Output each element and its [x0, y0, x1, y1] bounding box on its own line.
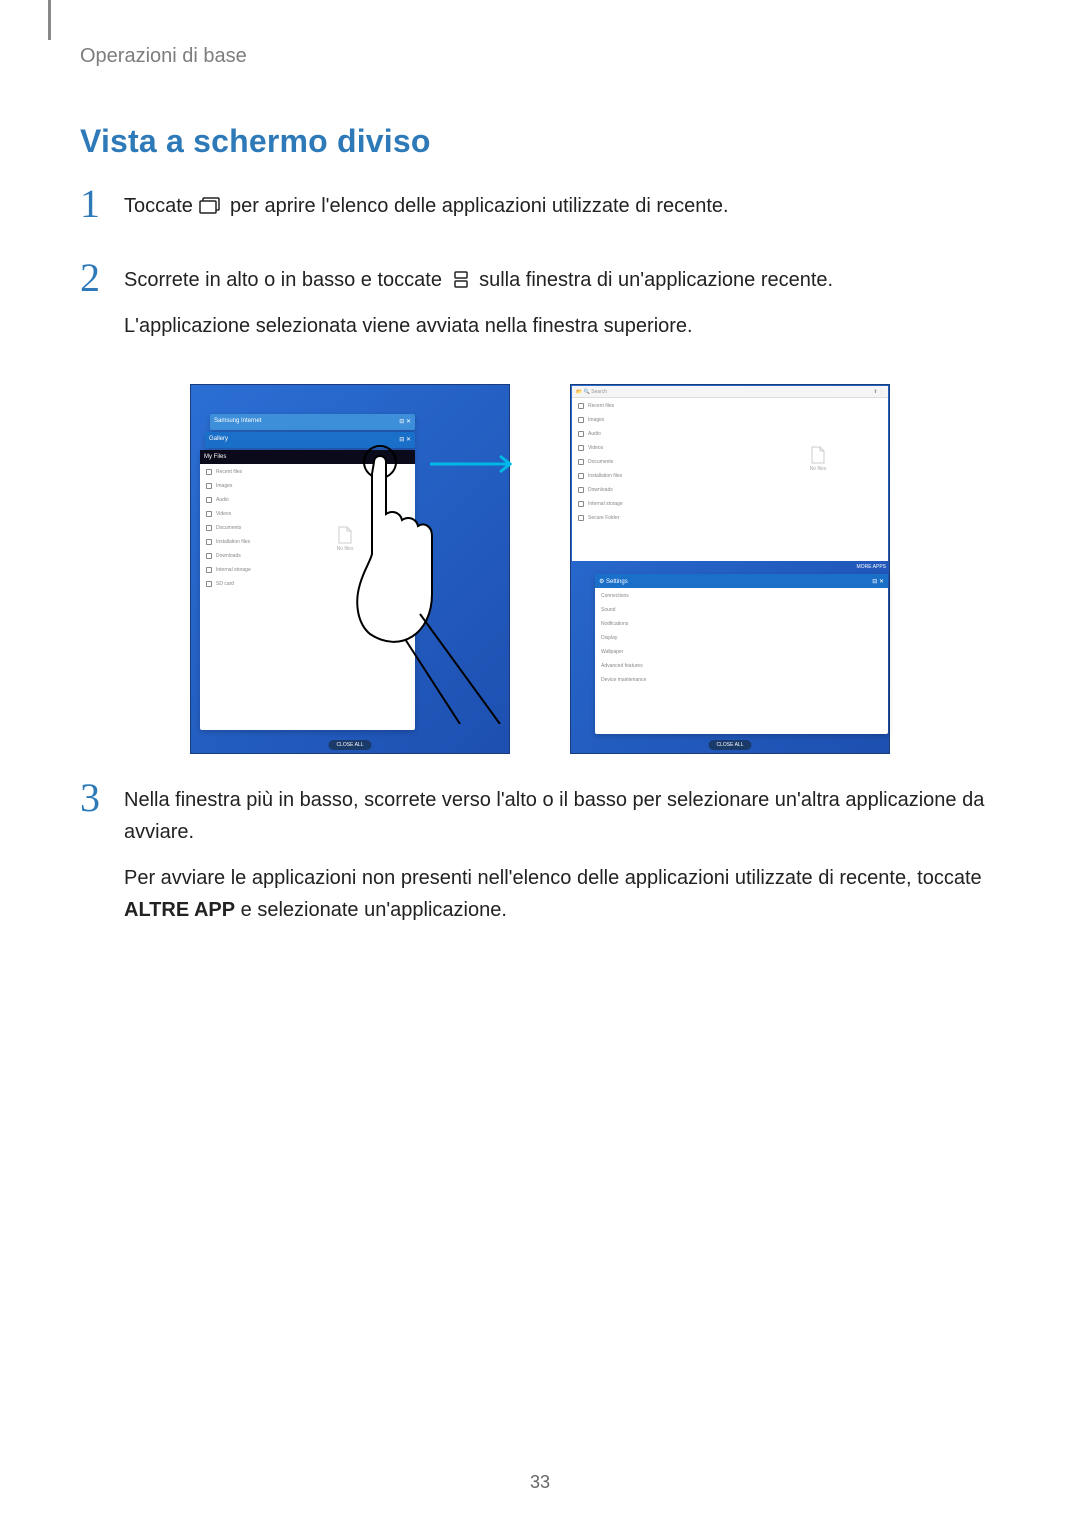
- settings-row: Connections: [601, 590, 882, 602]
- card-label: My Files: [204, 454, 226, 460]
- step-text: Scorrete in alto o in basso e toccate: [124, 269, 448, 291]
- more-apps-label: MORE APPS: [857, 564, 886, 570]
- step-text: Nella finestra più in basso, scorrete ve…: [124, 784, 1000, 848]
- recent-card-1: Samsung Internet⊟ ✕: [210, 414, 415, 430]
- hand-gesture-icon: [350, 444, 510, 724]
- page-content: Operazioni di base Vista a schermo divis…: [0, 0, 1080, 998]
- split-view-icon: [448, 271, 474, 289]
- device-screen-right: 📂 🔍 Search ⬆ ⋮ Recent files Images Audio…: [570, 384, 890, 754]
- settings-row: Notifications: [601, 618, 882, 630]
- settings-row: Sound: [601, 604, 882, 616]
- settings-row: Device maintenance: [601, 674, 882, 686]
- close-all-button: CLOSE ALL: [709, 740, 752, 750]
- step-2: 2 Scorrete in alto o in basso e toccate …: [80, 264, 1000, 356]
- step-number: 2: [80, 258, 116, 298]
- file-row: Recent files: [578, 400, 882, 412]
- step-number: 3: [80, 778, 116, 818]
- bottom-recent-card: ⚙ Settings⊟ ✕ Connections Sound Notifica…: [595, 574, 888, 734]
- step-text: Per avviare le applicazioni non presenti…: [124, 867, 982, 889]
- page-margin-mark: [48, 0, 51, 40]
- step-1: 1 Toccate per aprire l'elenco delle appl…: [80, 190, 1000, 236]
- file-row: Internal storage: [578, 498, 882, 510]
- page-number: 33: [0, 1472, 1080, 1493]
- step-body: Toccate per aprire l'elenco delle applic…: [124, 190, 1000, 236]
- top-panel: 📂 🔍 Search ⬆ ⋮ Recent files Images Audio…: [572, 386, 888, 561]
- settings-row: Advanced features: [601, 660, 882, 672]
- step-text: sulla finestra di un'applicazione recent…: [474, 269, 834, 291]
- illustration: Samsung Internet⊟ ✕ Gallery⊟ ✕ My Files …: [80, 384, 1000, 754]
- file-row: Secure Folder: [578, 512, 882, 524]
- recent-apps-icon: [198, 197, 224, 215]
- close-all-button: CLOSE ALL: [329, 740, 372, 750]
- step-number: 1: [80, 184, 116, 224]
- search-bar: 📂 🔍 Search ⬆ ⋮: [572, 386, 888, 398]
- step-text: per aprire l'elenco delle applicazioni u…: [224, 195, 728, 217]
- card-label: Samsung Internet: [214, 418, 261, 424]
- section-title: Vista a schermo diviso: [80, 123, 1000, 160]
- step-3: 3 Nella finestra più in basso, scorrete …: [80, 784, 1000, 940]
- device-screen-left: Samsung Internet⊟ ✕ Gallery⊟ ✕ My Files …: [190, 384, 510, 754]
- breadcrumb: Operazioni di base: [80, 45, 1000, 68]
- step-text: e selezionate un'applicazione.: [235, 899, 507, 921]
- settings-row: Display: [601, 632, 882, 644]
- no-files-placeholder: No files: [768, 446, 868, 472]
- step-text: Toccate: [124, 195, 198, 217]
- more-apps-bold: ALTRE APP: [124, 899, 235, 921]
- step-followup: Per avviare le applicazioni non presenti…: [124, 862, 1000, 926]
- swipe-arrow-icon: [430, 454, 520, 474]
- step-followup: L'applicazione selezionata viene avviata…: [124, 310, 1000, 342]
- card-label: Gallery: [209, 436, 228, 442]
- file-row: Images: [578, 414, 882, 426]
- settings-row: Wallpaper: [601, 646, 882, 658]
- file-row: Audio: [578, 428, 882, 440]
- card-label: Settings: [606, 579, 628, 585]
- file-row: Downloads: [578, 484, 882, 496]
- step-body: Nella finestra più in basso, scorrete ve…: [124, 784, 1000, 940]
- step-body: Scorrete in alto o in basso e toccate su…: [124, 264, 1000, 356]
